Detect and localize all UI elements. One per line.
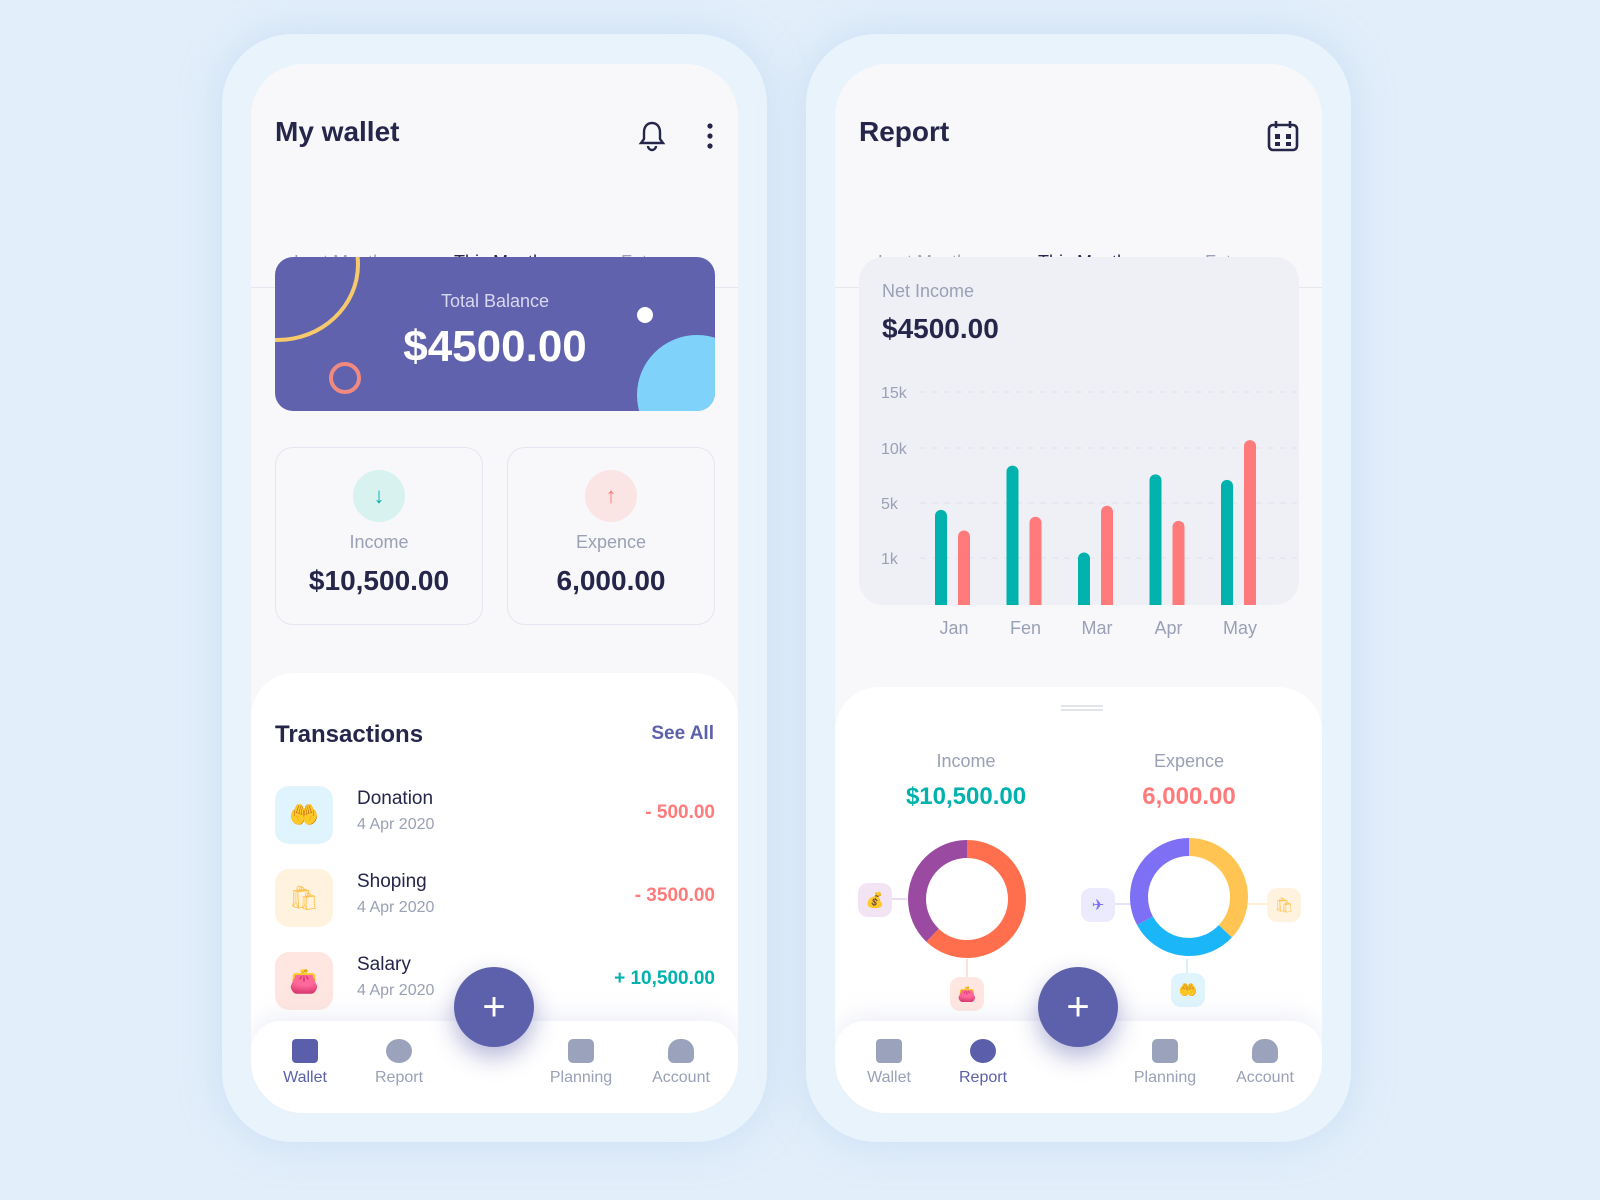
donation-hand-icon: 🤲 [1171, 973, 1205, 1007]
y-tick-label: 10k [881, 441, 908, 458]
balance-label: Total Balance [440, 291, 550, 311]
nav-label: Account [1236, 1069, 1294, 1086]
y-tick-label: 1k [881, 551, 899, 568]
transaction-date: 4 Apr 2020 [357, 982, 435, 999]
bar [1006, 465, 1019, 611]
bar-chart-icon [1152, 1039, 1178, 1063]
nav-label: Report [958, 1069, 1008, 1086]
transaction-name: Salary [357, 954, 411, 975]
x-tick-label: Fen [1010, 618, 1041, 638]
transactions-title: Transactions [275, 721, 424, 748]
wallet-screen: My wallet Last Month This Month Future T… [251, 64, 738, 1113]
donation-hand-icon: 🤲 [275, 786, 333, 844]
transaction-name: Shoping [357, 871, 427, 892]
nav-wallet[interactable]: Wallet [265, 1039, 345, 1087]
shopping-bag-icon: 🛍 [1267, 888, 1301, 922]
bar-chart-icon [568, 1039, 594, 1063]
pie-chart-icon [386, 1039, 412, 1063]
x-tick-label: Apr [1154, 618, 1182, 638]
expense-label: Expence [575, 532, 647, 552]
transaction-amount: + 10,500.00 [614, 968, 715, 989]
nav-label: Planning [1133, 1069, 1197, 1086]
nav-account[interactable]: Account [641, 1039, 721, 1087]
nav-label: Wallet [867, 1069, 911, 1086]
wallet-icon [292, 1039, 318, 1063]
more-vertical-icon[interactable] [706, 122, 714, 157]
bar [1221, 479, 1233, 611]
bar [958, 530, 970, 611]
nav-report[interactable]: Report [359, 1039, 439, 1087]
transaction-row[interactable]: 🛍 Shoping 4 Apr 2020 - 3500.00 [275, 869, 715, 929]
bar [1078, 552, 1090, 611]
x-tick-label: Jan [939, 618, 968, 638]
bar [935, 509, 947, 611]
bar [1149, 474, 1162, 611]
arrow-down-icon: ↓ [353, 470, 405, 522]
bar [1029, 516, 1042, 611]
x-tick-label: May [1223, 618, 1257, 638]
income-label: Income [349, 532, 409, 552]
user-icon [668, 1039, 694, 1063]
transaction-amount: - 500.00 [645, 802, 715, 823]
nav-label: Wallet [283, 1069, 327, 1086]
bar-chart: 1k 5k 10k 15k Jan Fen Mar Apr May [881, 385, 1297, 638]
income-value: $10,500.00 [308, 565, 450, 596]
shopping-bag-icon: 🛍 [275, 869, 333, 927]
y-tick-label: 15k [881, 385, 908, 402]
airplane-icon: ✈ [1081, 888, 1115, 922]
transaction-date: 4 Apr 2020 [357, 816, 435, 833]
wallet-icon [876, 1039, 902, 1063]
nav-report[interactable]: Report [943, 1039, 1023, 1087]
y-tick-label: 5k [881, 496, 899, 513]
total-balance-card: Total Balance $4500.00 [275, 257, 715, 411]
transaction-name: Donation [357, 788, 434, 809]
add-button[interactable]: + [1038, 967, 1118, 1047]
transaction-date: 4 Apr 2020 [357, 899, 435, 916]
nav-planning[interactable]: Planning [1125, 1039, 1205, 1087]
nav-account[interactable]: Account [1225, 1039, 1305, 1087]
x-tick-label: Mar [1082, 618, 1113, 638]
see-all-link[interactable]: See All [651, 723, 714, 745]
income-card[interactable]: ↓ Income $10,500.00 [275, 447, 483, 625]
transaction-row[interactable]: 🤲 Donation 4 Apr 2020 - 500.00 [275, 786, 715, 846]
bar [1101, 505, 1113, 611]
report-screen: Report Last Month This Month Future Net … [835, 64, 1322, 1113]
expense-value: 6,000.00 [556, 565, 666, 596]
nav-wallet[interactable]: Wallet [849, 1039, 929, 1087]
balance-value: $4500.00 [403, 322, 587, 371]
wallet-icon: 👛 [950, 977, 984, 1011]
nav-planning[interactable]: Planning [541, 1039, 621, 1087]
nav-label: Report [374, 1069, 424, 1086]
money-bag-icon: 💰 [858, 883, 892, 917]
expense-card[interactable]: ↑ Expence 6,000.00 [507, 447, 715, 625]
bar [1244, 440, 1256, 611]
bell-icon[interactable] [637, 120, 667, 157]
nav-label: Planning [549, 1069, 613, 1086]
nav-label: Account [652, 1069, 710, 1086]
arrow-up-icon: ↑ [585, 470, 637, 522]
bar [1172, 520, 1185, 611]
pie-chart-icon [970, 1039, 996, 1063]
user-icon [1252, 1039, 1278, 1063]
page-title: My wallet [275, 116, 400, 147]
transaction-amount: - 3500.00 [634, 885, 715, 906]
add-button[interactable]: + [454, 967, 534, 1047]
wallet-icon: 👛 [275, 952, 333, 1010]
